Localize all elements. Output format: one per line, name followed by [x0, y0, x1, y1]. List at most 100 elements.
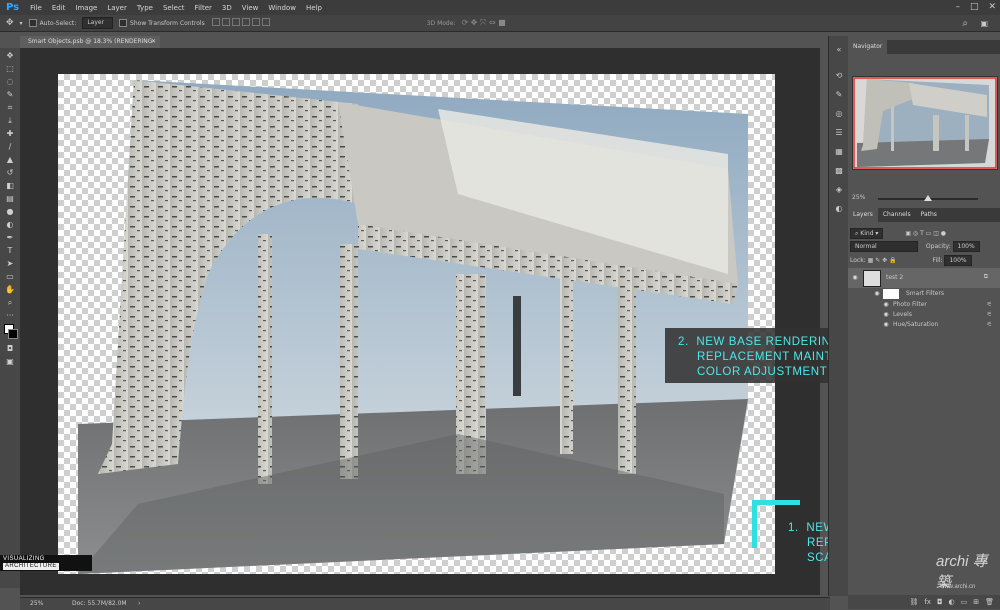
history-brush-tool-icon[interactable]: ↺ — [3, 167, 17, 178]
auto-select-target-select[interactable]: Layer — [82, 17, 114, 29]
workspace-icon[interactable]: ▣ — [980, 19, 988, 28]
lasso-tool-icon[interactable]: ◌ — [3, 76, 17, 87]
brush-panel-icon[interactable]: ✎ — [833, 90, 845, 100]
gradient-tool-icon[interactable]: ▤ — [3, 193, 17, 204]
quick-mask-icon[interactable]: ◘ — [3, 343, 17, 354]
adjustments-panel-icon[interactable]: ◎ — [833, 109, 845, 119]
collapse-panels-icon[interactable]: « — [833, 45, 845, 55]
history-panel-icon[interactable]: ⟲ — [833, 71, 845, 81]
document-tab[interactable]: Smart Objects.psb @ 18.3% (RENDERING c..… — [20, 36, 160, 57]
menu-window[interactable]: Window — [263, 4, 301, 12]
filter-icons[interactable]: ▣ ◎ T ▭ ◫ ● — [905, 230, 946, 237]
adjustment-layer-icon[interactable]: ◐ — [949, 598, 955, 606]
eyedropper-tool-icon[interactable]: ⤓ — [3, 115, 17, 126]
menu-help[interactable]: Help — [301, 4, 327, 12]
styles-panel-icon[interactable]: ◈ — [833, 185, 845, 195]
doc-size[interactable]: Doc: 55.7M/82.0M — [72, 598, 127, 610]
shape-tool-icon[interactable]: ▭ — [3, 271, 17, 282]
zoom-tool-icon[interactable]: ⌕ — [3, 297, 17, 308]
tab-navigator[interactable]: Navigator — [848, 40, 888, 54]
move-tool-icon[interactable]: ✥ — [6, 18, 14, 28]
menu-view[interactable]: View — [237, 4, 264, 12]
align-bottom-icon[interactable] — [231, 18, 240, 26]
status-menu-arrow-icon[interactable]: › — [138, 598, 140, 610]
layer-name[interactable]: test 2 — [886, 274, 903, 281]
align-top-icon[interactable] — [211, 18, 220, 26]
close-icon[interactable]: ✕ — [988, 2, 996, 12]
add-mask-icon[interactable]: ◘ — [937, 598, 943, 606]
layer-style-icon[interactable]: fx — [924, 598, 931, 606]
swatches-panel-icon[interactable]: ▩ — [833, 166, 845, 176]
filter-options-icon[interactable]: ⚟ — [987, 301, 992, 308]
blur-tool-icon[interactable]: ● — [3, 206, 17, 217]
filter-options-icon[interactable]: ⚟ — [987, 311, 992, 318]
menu-select[interactable]: Select — [158, 4, 190, 12]
layer-kind-select[interactable]: ⌕ Kind ▾ — [850, 228, 884, 239]
properties-panel-icon[interactable]: ☰ — [833, 128, 845, 138]
smart-filters-row[interactable]: ◉ Smart Filters — [848, 288, 1000, 300]
type-tool-icon[interactable]: T — [3, 245, 17, 256]
lock-icons[interactable]: ▦ ✎ ✥ 🔒 — [868, 257, 897, 264]
quick-select-tool-icon[interactable]: ✎ — [3, 89, 17, 100]
trash-icon[interactable]: 🗑 — [985, 598, 994, 606]
menu-file[interactable]: File — [25, 4, 47, 12]
path-select-tool-icon[interactable]: ➤ — [3, 258, 17, 269]
menu-edit[interactable]: Edit — [47, 4, 71, 12]
menu-filter[interactable]: Filter — [190, 4, 217, 12]
smart-filters-eye-icon[interactable]: ◉ — [873, 290, 881, 297]
align-hcenter-icon[interactable] — [251, 18, 260, 26]
move-tool-icon[interactable]: ✥ — [3, 50, 17, 61]
filter-eye-icon[interactable]: ◉ — [882, 321, 890, 328]
maximize-icon[interactable]: □ — [970, 2, 979, 12]
minimize-icon[interactable]: – — [955, 2, 960, 12]
show-transform-checkbox[interactable]: Show Transform Controls — [119, 19, 205, 27]
link-layers-icon[interactable]: ⛓ — [909, 598, 918, 606]
libraries-panel-icon[interactable]: ▦ — [833, 147, 845, 157]
filter-row[interactable]: ◉ Levels ⚟ — [848, 311, 1000, 321]
tab-channels[interactable]: Channels — [878, 208, 916, 222]
filter-eye-icon[interactable]: ◉ — [882, 311, 890, 318]
fill-input[interactable]: 100% — [944, 255, 972, 266]
tab-paths[interactable]: Paths — [916, 208, 942, 222]
filter-eye-icon[interactable]: ◉ — [882, 301, 890, 308]
dodge-tool-icon[interactable]: ◐ — [3, 219, 17, 230]
menu-type[interactable]: Type — [132, 4, 158, 12]
hand-tool-icon[interactable]: ✋ — [3, 284, 17, 295]
brush-tool-icon[interactable]: ∕ — [3, 141, 17, 152]
more-tools-icon[interactable]: ··· — [3, 310, 17, 321]
menu-3d[interactable]: 3D — [217, 4, 237, 12]
align-left-icon[interactable] — [241, 18, 250, 26]
zoom-level[interactable]: 25% — [30, 598, 43, 610]
blend-mode-select[interactable]: Normal — [850, 241, 918, 252]
eraser-tool-icon[interactable]: ◧ — [3, 180, 17, 191]
screen-mode-icon[interactable]: ▣ — [3, 356, 17, 367]
navigator-zoom-thumb[interactable] — [924, 195, 932, 201]
filter-row[interactable]: ◉ Hue/Saturation ⚟ — [848, 321, 1000, 331]
healing-tool-icon[interactable]: ✚ — [3, 128, 17, 139]
marquee-tool-icon[interactable]: ⬚ — [3, 63, 17, 74]
search-icon[interactable]: ⌕ — [962, 18, 968, 29]
new-group-icon[interactable]: ▭ — [961, 598, 968, 606]
3d-mode-icons[interactable]: ⟳ ✥ ⤧ ⇔ ■ — [461, 18, 505, 28]
opacity-input[interactable]: 100% — [952, 241, 980, 252]
pen-tool-icon[interactable]: ✒ — [3, 232, 17, 243]
navigator-thumbnail[interactable] — [852, 76, 998, 170]
close-tab-icon[interactable]: ✕ — [151, 36, 156, 48]
tool-preset-dropdown[interactable]: ▾ — [20, 20, 23, 27]
menu-layer[interactable]: Layer — [102, 4, 132, 12]
layer-row[interactable]: ◉ test 2 ⧉ — [848, 268, 1000, 288]
color-panel-icon[interactable]: ◐ — [833, 204, 845, 214]
menu-image[interactable]: Image — [70, 4, 102, 12]
layer-visibility-eye-icon[interactable]: ◉ — [851, 274, 859, 281]
tab-layers[interactable]: Layers — [848, 208, 878, 222]
filter-options-icon[interactable]: ⚟ — [987, 321, 992, 328]
document-canvas[interactable] — [58, 74, 775, 574]
color-swatches-icon[interactable] — [3, 323, 18, 341]
new-layer-icon[interactable]: ⊞ — [973, 598, 979, 606]
filter-row[interactable]: ◉ Photo Filter ⚟ — [848, 301, 1000, 311]
align-vcenter-icon[interactable] — [221, 18, 230, 26]
align-right-icon[interactable] — [261, 18, 270, 26]
crop-tool-icon[interactable]: ⌗ — [3, 102, 17, 113]
auto-select-checkbox[interactable]: Auto-Select: — [28, 19, 76, 27]
clone-stamp-tool-icon[interactable]: ▲ — [3, 154, 17, 165]
